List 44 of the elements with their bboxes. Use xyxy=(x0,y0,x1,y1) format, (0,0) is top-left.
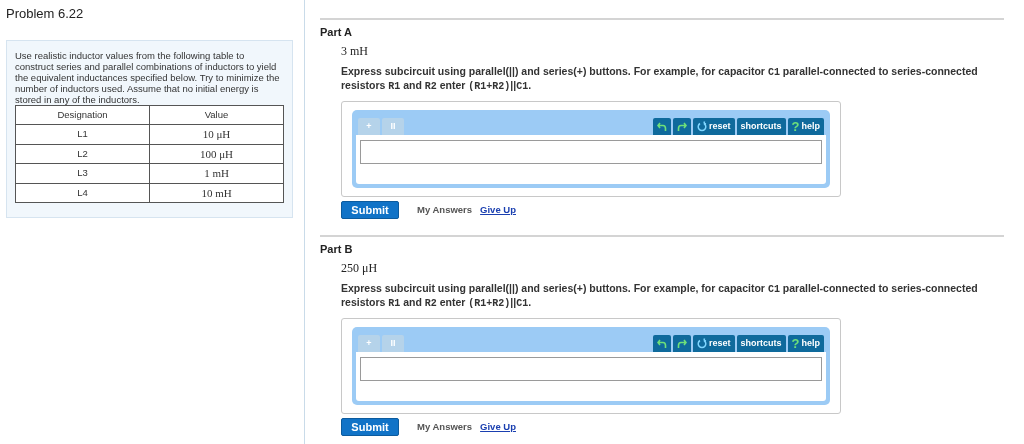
problem-text: Use realistic inductor values from the following table to construct series and parallel combinations of inductors to yield the equivalent inductances specified below. Try to minimize the number of inductors used. Assume that no initial energy is stored in any of the inductors. xyxy=(15,50,281,105)
problem-title: Problem 6.22 xyxy=(6,6,85,22)
column-header: Value xyxy=(149,105,284,125)
part-title: Part A xyxy=(320,25,353,39)
target-value: 3 mH xyxy=(341,44,369,59)
answer-field[interactable] xyxy=(360,140,822,164)
target-value: 250 μH xyxy=(341,261,379,276)
question-mark-icon: ? xyxy=(791,120,800,133)
instruction-text: Express subcircuit using parallel(||) and series(+) buttons. For example, for capacitor C1 parallel-connected to series-connected resistors R1 and R2 enter (R1+R2)||C1. xyxy=(341,65,979,93)
undo-icon xyxy=(657,121,667,132)
reset-icon xyxy=(697,121,707,132)
help-label: help xyxy=(801,336,820,350)
redo-button[interactable] xyxy=(673,118,691,135)
shortcuts-button[interactable]: shortcuts xyxy=(736,335,786,352)
table-cell: L4 xyxy=(15,183,150,203)
redo-button[interactable] xyxy=(673,335,691,352)
reset-button[interactable]: reset xyxy=(693,335,735,352)
my-answers-label: My Answers xyxy=(417,419,473,434)
table-cell: 1 mH xyxy=(149,163,284,183)
give-up-link[interactable]: Give Up xyxy=(480,202,516,218)
undo-icon xyxy=(657,338,667,349)
submit-button[interactable]: Submit xyxy=(341,418,399,436)
reset-icon xyxy=(697,338,707,349)
undo-button[interactable] xyxy=(653,118,671,135)
part-title: Part B xyxy=(320,242,354,256)
help-label: help xyxy=(801,119,820,133)
table-cell: 100 μH xyxy=(149,144,284,164)
question-mark-icon: ? xyxy=(791,337,800,350)
column-header: Designation xyxy=(15,105,150,125)
redo-icon xyxy=(677,338,687,349)
submit-button[interactable]: Submit xyxy=(341,201,399,219)
redo-icon xyxy=(677,121,687,132)
reset-button[interactable]: reset xyxy=(693,118,735,135)
answer-field[interactable] xyxy=(360,357,822,381)
instruction-text: Express subcircuit using parallel(||) and series(+) buttons. For example, for capacitor C1 parallel-connected to series-connected resistors R1 and R2 enter (R1+R2)||C1. xyxy=(341,282,979,310)
give-up-link[interactable]: Give Up xyxy=(480,419,516,435)
undo-button[interactable] xyxy=(653,335,671,352)
shortcuts-button[interactable]: shortcuts xyxy=(736,118,786,135)
table-cell: 10 μH xyxy=(149,124,284,144)
table-cell: L3 xyxy=(15,163,150,183)
table-cell: 10 mH xyxy=(149,183,284,203)
my-answers-label: My Answers xyxy=(417,202,473,217)
table-cell: L2 xyxy=(15,144,150,164)
table-cell: L1 xyxy=(15,124,150,144)
